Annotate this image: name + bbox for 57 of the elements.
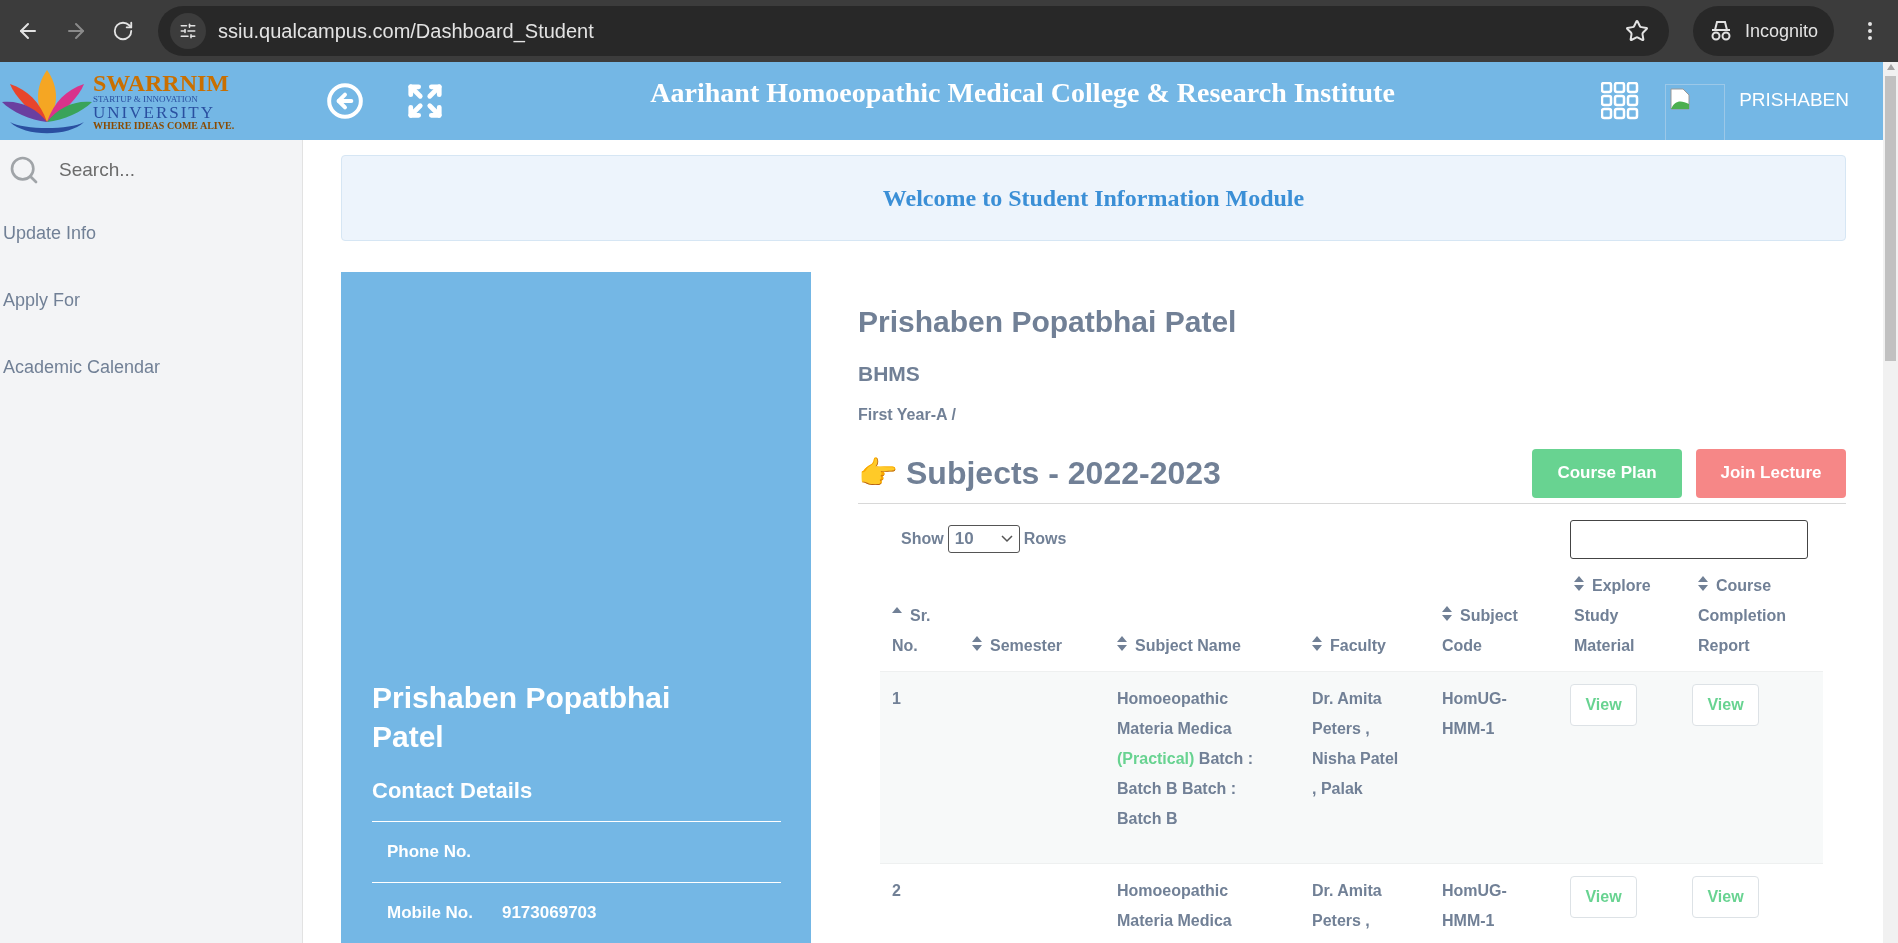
scroll-up-icon[interactable]	[1886, 64, 1895, 70]
table-cell-text: Dr. Amita Peters , Nisha Patel , Palak	[1311, 688, 1400, 799]
scrollbar-thumb[interactable]	[1885, 76, 1896, 361]
card-student-name: Prishaben Popatbhai Patel	[372, 680, 672, 755]
pointing-hand-icon: 👉	[858, 449, 898, 497]
sidebar-item[interactable]: Academic Calendar	[0, 334, 302, 401]
sidebar-item[interactable]: Update Info	[0, 200, 302, 267]
table-cell-text: Dr. Amita Peters ,	[1311, 880, 1383, 931]
contact-heading: Contact Details	[372, 777, 534, 805]
table-cell-text: HomUG-HMM-1	[1441, 688, 1508, 739]
show-label: Show	[901, 529, 944, 549]
table-search-field[interactable]	[1570, 519, 1808, 559]
column-header[interactable]: Course Completion Report	[1686, 570, 1823, 661]
rows-label: Rows	[1023, 529, 1067, 549]
fullscreen-icon[interactable]	[406, 82, 444, 120]
logo-name: SWARRNIM	[93, 71, 230, 95]
scrollbar[interactable]	[1883, 62, 1898, 943]
reload-icon[interactable]	[112, 20, 134, 42]
back-circle-icon[interactable]	[326, 82, 364, 120]
column-header[interactable]: Semester	[960, 630, 1105, 661]
column-header[interactable]: Faculty	[1300, 630, 1430, 661]
student-name: Prishaben Popatbhai Patel	[858, 304, 1238, 340]
chevron-down-icon	[1000, 535, 1013, 543]
site-info-button[interactable]	[170, 13, 206, 49]
column-header[interactable]: Sr. No.	[880, 600, 960, 661]
table-cell-text: Homoeopathic Materia Medica	[1116, 880, 1233, 931]
logo-tagline: WHERE IDEAS COME ALIVE.	[93, 121, 235, 131]
contact-label: Mobile No.	[387, 902, 473, 925]
contact-value: 9173069703	[501, 902, 597, 925]
table-cell-text: Homoeopathic Materia Medica (Practical) Batch : Batch B Batch : Batch B	[1116, 688, 1255, 829]
bookmark-star-icon[interactable]	[1624, 19, 1649, 43]
column-header[interactable]: Subject Code	[1430, 600, 1562, 661]
table-cell-text: HomUG-HMM-1	[1441, 880, 1508, 931]
subjects-heading: Subjects - 2022-2023	[906, 454, 1221, 493]
college-title: Aarihant Homoeopathic Medical College & Research Institute	[650, 76, 1395, 110]
class-name: First Year-A /	[858, 404, 957, 425]
sliders-icon	[179, 22, 197, 40]
welcome-banner: Welcome to Student Information Module	[341, 155, 1846, 241]
sidebar-item[interactable]: Apply For	[0, 267, 302, 334]
column-header[interactable]: Explore Study Material	[1562, 570, 1686, 661]
address-bar[interactable]: ssiu.qualcampus.com/Dashboard_Student	[158, 6, 1669, 56]
apps-grid-icon[interactable]	[1601, 82, 1640, 120]
incognito-badge[interactable]: Incognito	[1692, 6, 1834, 56]
url-text: ssiu.qualcampus.com/Dashboard_Student	[218, 19, 594, 45]
search-icon	[8, 154, 40, 186]
search-field[interactable]: Search...	[59, 155, 259, 185]
action-button[interactable]: Join Lecture	[1696, 448, 1846, 498]
column-header[interactable]: Subject Name	[1105, 630, 1300, 661]
contact-label: Phone No.	[387, 841, 472, 864]
table-cell-text: 2	[891, 880, 902, 901]
logo-university: UNIVERSITY	[93, 104, 216, 121]
logo-subtitle: STARTUP & INNOVATION	[93, 95, 199, 104]
user-name[interactable]: PRISHABEN	[1739, 85, 1849, 115]
table-cell-text: 1	[891, 688, 902, 709]
broken-avatar-image	[1665, 84, 1726, 140]
rows-select[interactable]: 10	[947, 525, 1020, 553]
program-name: BHMS	[858, 361, 921, 387]
